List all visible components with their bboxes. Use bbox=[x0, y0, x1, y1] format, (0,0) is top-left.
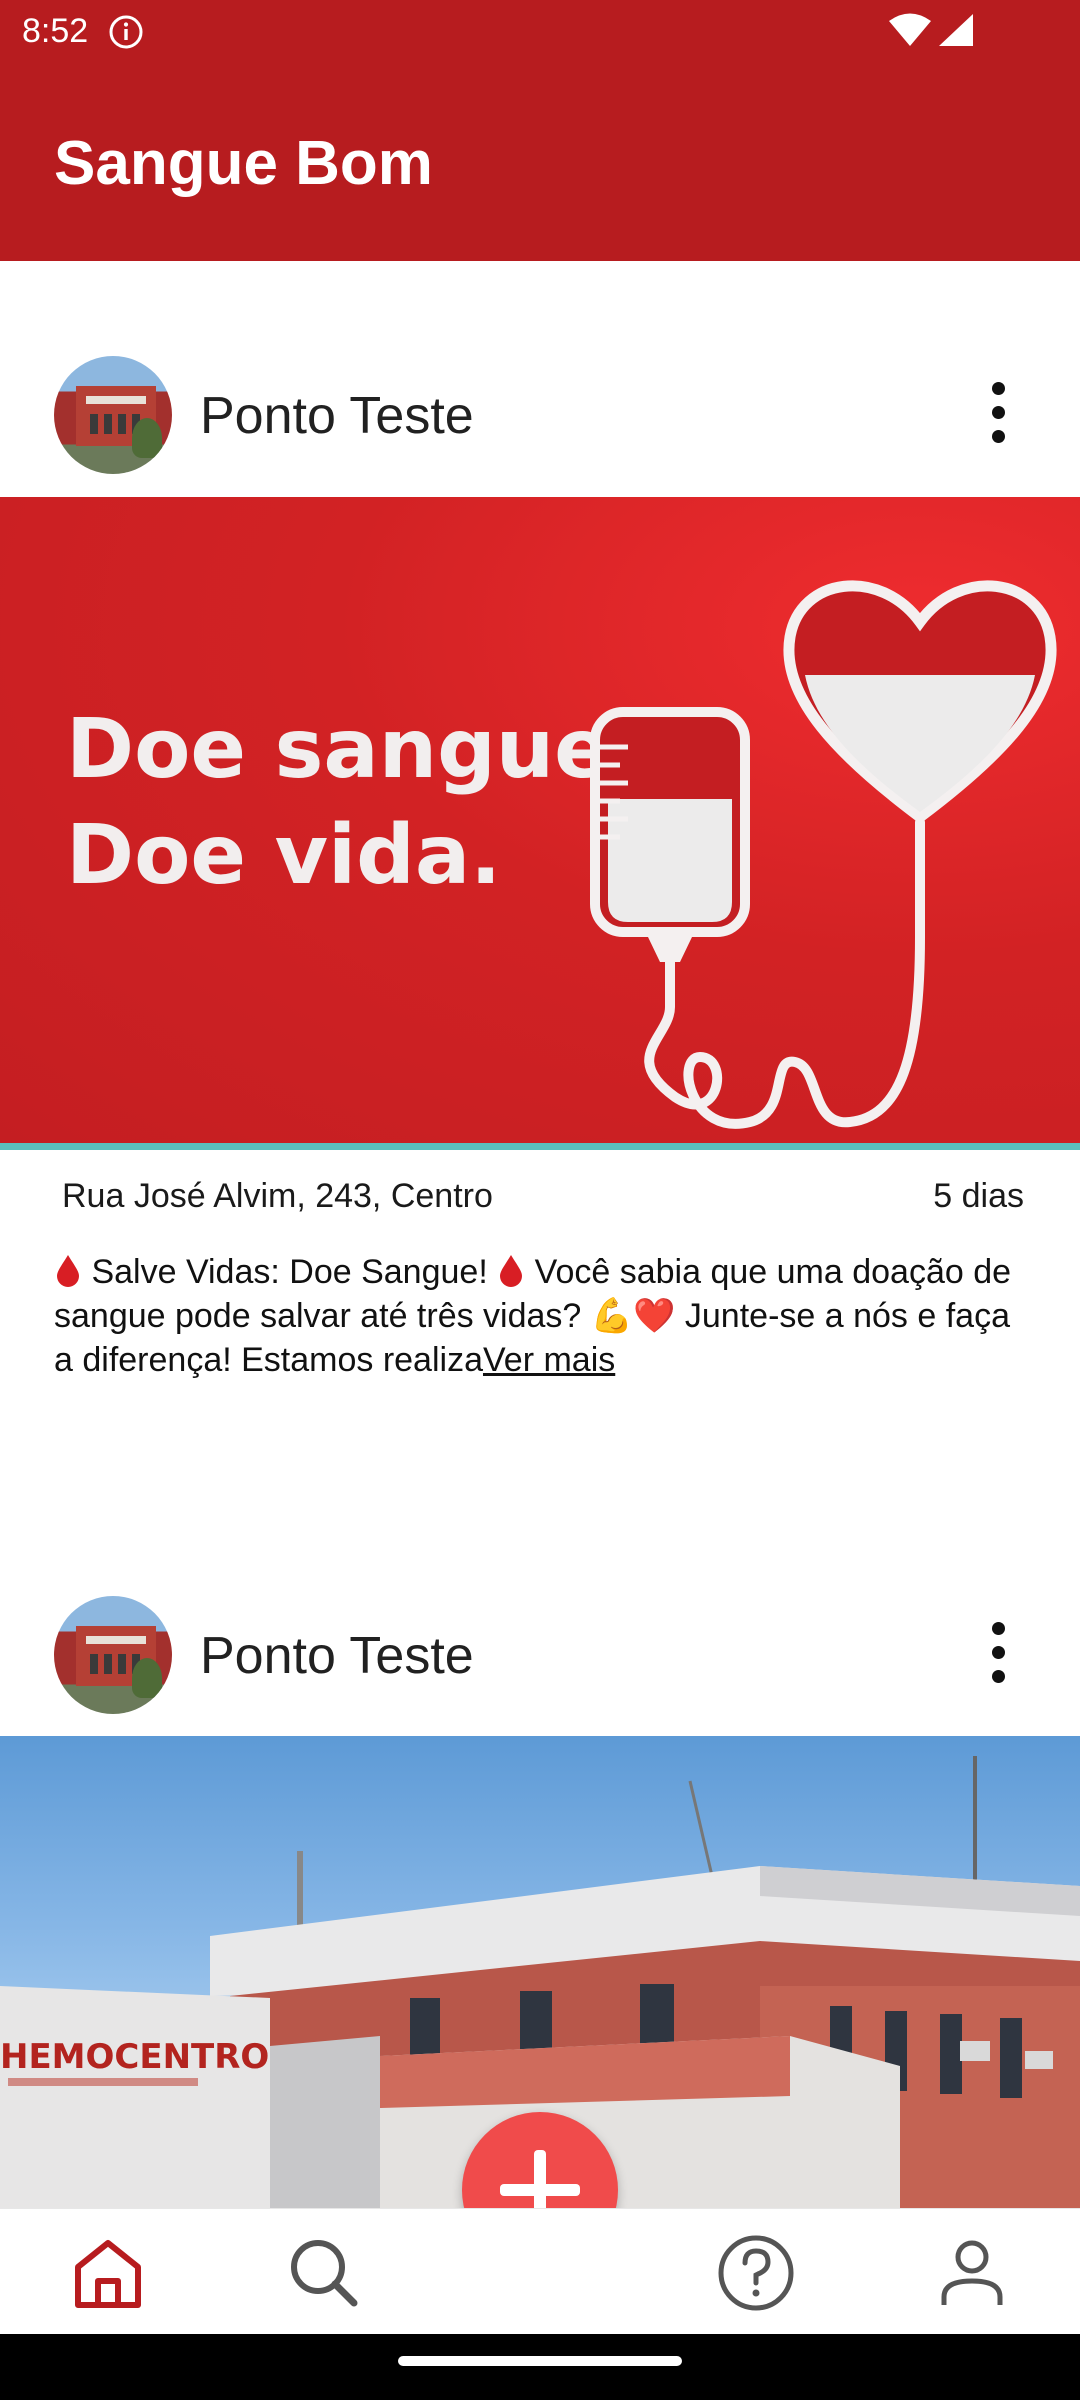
signal-icon bbox=[939, 14, 973, 46]
person-icon bbox=[941, 2240, 1003, 2305]
nav-profile[interactable] bbox=[932, 2233, 1012, 2313]
post-image-text: Doe sangue. Doe vida. bbox=[66, 702, 641, 903]
post-address: Rua José Alvim, 243, Centro bbox=[62, 1177, 493, 1215]
avatar[interactable] bbox=[54, 356, 172, 474]
blood-bag-heart-icon bbox=[590, 580, 1057, 1129]
see-more-link[interactable]: Ver mais bbox=[483, 1341, 615, 1379]
nav-help[interactable] bbox=[716, 2233, 796, 2313]
system-gesture-bar bbox=[0, 2334, 1080, 2400]
post-meta: Rua José Alvim, 243, Centro 5 dias bbox=[0, 1175, 1080, 1225]
post-author[interactable]: Ponto Teste bbox=[200, 1626, 474, 1686]
search-icon bbox=[291, 2240, 358, 2307]
hemocentro-sign: HEMOCENTRO bbox=[0, 2037, 269, 2077]
app-bar: Sangue Bom bbox=[0, 62, 1080, 261]
wifi-icon bbox=[889, 13, 931, 46]
post-image[interactable]: Doe sangue. Doe vida. bbox=[0, 497, 1080, 1147]
more-vert-icon[interactable] bbox=[980, 378, 1016, 448]
bottom-navigation bbox=[0, 2208, 1080, 2334]
post-author[interactable]: Ponto Teste bbox=[200, 386, 474, 446]
status-bar: 8:52 bbox=[0, 0, 1080, 62]
nav-home[interactable] bbox=[68, 2233, 148, 2313]
home-icon bbox=[75, 2240, 141, 2308]
avatar[interactable] bbox=[54, 1596, 172, 1714]
help-icon bbox=[718, 2235, 794, 2311]
nav-search[interactable] bbox=[284, 2233, 364, 2313]
more-vert-icon[interactable] bbox=[980, 1618, 1016, 1688]
post-header: Ponto Teste bbox=[0, 1590, 1080, 1730]
status-time: 8:52 bbox=[22, 12, 89, 50]
home-gesture-handle[interactable] bbox=[398, 2356, 682, 2366]
app-title: Sangue Bom bbox=[54, 129, 433, 198]
info-icon bbox=[109, 15, 143, 49]
blood-drop-icon bbox=[500, 1255, 523, 1287]
blood-drop-icon bbox=[57, 1255, 79, 1287]
image-divider bbox=[0, 1143, 1080, 1150]
post-header: Ponto Teste bbox=[0, 350, 1080, 490]
post-time: 5 dias bbox=[933, 1177, 1024, 1215]
post-text: Salve Vidas: Doe Sangue! Você sabia que … bbox=[54, 1253, 1012, 1379]
